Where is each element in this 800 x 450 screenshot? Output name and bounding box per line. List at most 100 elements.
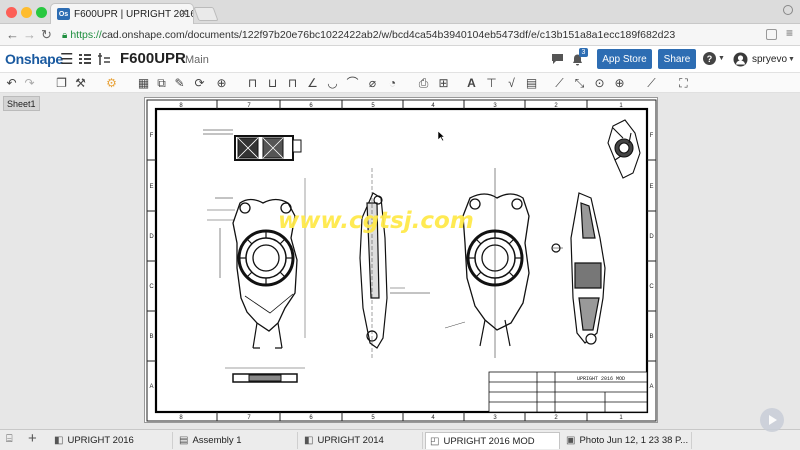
insert-image-icon[interactable]: ⛶	[676, 75, 691, 90]
extension-icon[interactable]	[766, 29, 777, 40]
help-chevron-down-icon[interactable]: ▼	[718, 55, 725, 62]
table-icon[interactable]: ▤	[524, 75, 539, 90]
close-tab-icon[interactable]: ✕	[180, 8, 188, 19]
projected-view-icon[interactable]: ⧉	[154, 75, 169, 90]
row-label: E	[149, 184, 153, 190]
arc-length-icon[interactable]: ⌒	[345, 75, 360, 90]
centerline-icon[interactable]: ⟋	[552, 75, 567, 90]
angular-dimension-icon[interactable]: ∠	[305, 75, 320, 90]
row-label: A	[649, 384, 653, 390]
row-label: B	[149, 334, 153, 340]
tab-photo[interactable]: ▣ Photo Jun 12, 1 23 38 P...	[562, 432, 692, 449]
user-avatar-icon[interactable]	[733, 52, 748, 67]
row-label: B	[649, 334, 653, 340]
redo-icon[interactable]: ↷	[22, 75, 37, 90]
sheet-tab[interactable]: Sheet1	[3, 96, 40, 111]
col-label: 6	[309, 415, 313, 421]
back-icon[interactable]: ←	[6, 27, 19, 42]
add-element-icon[interactable]: +	[28, 430, 37, 447]
insert-view-icon[interactable]: ▦	[136, 75, 151, 90]
branch-name[interactable]: Main	[185, 54, 209, 66]
document-name[interactable]: F600UPR	[120, 50, 186, 67]
copy-view-icon[interactable]: ❐	[54, 75, 69, 90]
tab-upright-2016-mod[interactable]: ◰ UPRIGHT 2016 MOD	[425, 432, 560, 449]
help-icon[interactable]: ?	[703, 52, 716, 65]
tab-label: UPRIGHT 2014	[317, 435, 384, 446]
tab-label: Photo Jun 12, 1 23 38 P...	[579, 435, 689, 446]
rear-view	[462, 168, 530, 358]
hamburger-menu-icon[interactable]: ☰	[60, 50, 73, 68]
url-field[interactable]: 🔒︎ https:// cad.onshape.com/documents/12…	[62, 26, 762, 44]
onshape-favicon-icon: Os	[57, 8, 70, 20]
close-window-icon[interactable]	[6, 7, 17, 18]
share-button[interactable]: Share	[658, 49, 696, 69]
user-chevron-down-icon[interactable]: ▼	[788, 56, 795, 63]
col-label: 7	[247, 415, 251, 421]
user-name[interactable]: spryevo	[752, 54, 787, 65]
chamfer-icon[interactable]: ◔	[385, 75, 400, 90]
onshape-logo[interactable]: Onshape	[5, 51, 63, 67]
auxiliary-view-icon[interactable]: ⊕	[214, 75, 229, 90]
url-text: cad.onshape.com/documents/122f97b20e76bc…	[101, 29, 676, 41]
col-label: 1	[619, 415, 623, 421]
tab-manager-icon[interactable]: ⌸	[6, 433, 13, 446]
drawing-workspace[interactable]: Sheet1 8 7 6 5 4 3 2 1 8 7 6 5 4 3 2 1 F…	[0, 93, 800, 429]
feature-list-icon[interactable]	[78, 52, 92, 66]
drawing-sheet[interactable]: 8 7 6 5 4 3 2 1 8 7 6 5 4 3 2 1 F E D C	[144, 97, 658, 423]
ordinate-dimension-icon[interactable]: ⊓	[285, 75, 300, 90]
reload-icon[interactable]: ↻	[41, 27, 52, 43]
image-icon: ▣	[566, 435, 576, 446]
baseline-dimension-icon[interactable]: ⊔	[265, 75, 280, 90]
bolt-circle-icon[interactable]: ⊙	[592, 75, 607, 90]
hole-callout-icon[interactable]: ⎙	[416, 75, 431, 90]
centermark-icon[interactable]: ⤡	[572, 75, 587, 90]
forward-icon[interactable]: →	[23, 27, 36, 42]
row-label: F	[650, 133, 654, 139]
assembly-icon: ▤	[179, 435, 189, 446]
profile-icon[interactable]	[783, 5, 793, 15]
note-icon[interactable]: A	[464, 75, 479, 90]
tools-icon[interactable]: ⚒︎	[73, 75, 88, 90]
datum-icon[interactable]: ⊤	[484, 75, 499, 90]
surface-finish-icon[interactable]: √	[504, 75, 519, 90]
video-play-icon[interactable]	[760, 408, 784, 432]
tab-assembly-1[interactable]: ▤ Assembly 1	[175, 432, 298, 449]
top-view	[203, 129, 302, 161]
watermark-text: www.cgtsj.com	[278, 208, 474, 234]
section-view-icon[interactable]: ✎	[172, 75, 187, 90]
undo-icon[interactable]: ↶	[4, 75, 19, 90]
lock-icon: 🔒︎	[62, 29, 68, 41]
col-label: 8	[179, 415, 183, 421]
tab-upright-2016[interactable]: ◧ UPRIGHT 2016	[50, 432, 173, 449]
radial-dimension-icon[interactable]: ◡	[325, 75, 340, 90]
mouse-cursor-icon	[437, 130, 445, 142]
linear-dimension-icon[interactable]: ⊓	[245, 75, 260, 90]
title-block-name: UPRIGHT 2016 MOD	[577, 376, 625, 382]
browser-tab[interactable]: Os F600UPR | UPRIGHT 2016 MO ✕	[50, 3, 194, 24]
insert-icon[interactable]	[97, 52, 111, 66]
settings-icon[interactable]: ⚙︎	[104, 75, 119, 90]
url-scheme: https://	[70, 29, 102, 41]
section-view	[551, 192, 606, 345]
menu-dots-icon[interactable]: ≡	[786, 27, 793, 39]
browser-titlebar: Os F600UPR | UPRIGHT 2016 MO ✕	[0, 0, 800, 24]
col-label: 5	[371, 415, 375, 421]
sketch-line-icon[interactable]: ⟋	[644, 75, 659, 90]
front-view	[215, 178, 306, 349]
center-point-icon[interactable]: ⊕	[612, 75, 627, 90]
drawing-icon: ◰	[430, 435, 440, 447]
minimize-window-icon[interactable]	[21, 7, 32, 18]
tab-upright-2014[interactable]: ◧ UPRIGHT 2014	[300, 432, 423, 449]
row-label: C	[149, 284, 154, 290]
comments-icon[interactable]	[550, 52, 565, 66]
app-store-button[interactable]: App Store	[597, 49, 652, 69]
maximize-window-icon[interactable]	[36, 7, 47, 18]
detail-view-icon[interactable]: ⟳	[192, 75, 207, 90]
row-label: F	[150, 133, 154, 139]
fcf-icon[interactable]: ⊞	[436, 75, 451, 90]
diameter-icon[interactable]: ⌀	[365, 75, 380, 90]
new-tab-button[interactable]	[193, 7, 219, 21]
side-view	[359, 168, 430, 358]
isometric-view	[607, 119, 641, 179]
part-studio-icon: ◧	[304, 435, 314, 446]
